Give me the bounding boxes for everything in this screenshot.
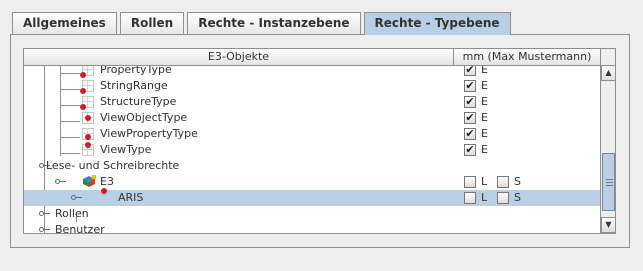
tree-row[interactable]: ARIS L S xyxy=(24,188,600,206)
permission-checkbox-e[interactable]: ✔ xyxy=(464,80,476,92)
row-label: StructureType xyxy=(100,95,177,108)
row-label: StringRange xyxy=(100,79,168,92)
tab-rollen[interactable]: Rollen xyxy=(119,12,185,34)
row-label: Rollen xyxy=(55,207,89,220)
tree-row[interactable]: ViewPropertyType ✔ E xyxy=(24,126,600,142)
scroll-down-button[interactable]: ▼ xyxy=(601,217,615,233)
tree-row[interactable]: StructureType ✔ E xyxy=(24,94,600,110)
permission-label: L xyxy=(481,175,488,188)
red-dot-icon xyxy=(101,188,107,194)
tab-rechte-typebene[interactable]: Rechte - Typebene xyxy=(363,12,511,35)
permission-label: E xyxy=(481,79,488,92)
permission-label: S xyxy=(514,175,521,188)
column-header-user[interactable]: mm (Max Mustermann) xyxy=(454,49,600,66)
permission-label: E xyxy=(481,95,488,108)
red-dot-icon xyxy=(85,142,91,148)
row-label: ViewType xyxy=(100,143,152,156)
permission-checkbox-s[interactable] xyxy=(497,192,509,204)
window: Allgemeines Rollen Rechte - Instanzebene… xyxy=(0,0,643,271)
red-dot-icon xyxy=(85,134,91,140)
key-handle-icon[interactable] xyxy=(39,211,50,217)
vertical-scrollbar[interactable]: ▲ ▼ xyxy=(600,49,615,233)
tab-bar: Allgemeines Rollen Rechte - Instanzebene… xyxy=(12,12,514,35)
permission-label: E xyxy=(481,66,488,76)
tree-row[interactable]: Lese- und Schreibrechte xyxy=(24,158,600,174)
tree-row[interactable]: ViewObjectType ✔ E xyxy=(24,110,600,126)
row-label: PropertyType xyxy=(100,66,172,76)
table-header: E3-Objekte mm (Max Mustermann) xyxy=(24,49,600,66)
permission-checkbox-e[interactable]: ✔ xyxy=(464,144,476,156)
row-label: ViewObjectType xyxy=(100,111,188,124)
permission-checkbox-e[interactable]: ✔ xyxy=(464,112,476,124)
key-handle-icon[interactable] xyxy=(71,195,82,201)
permission-label: L xyxy=(481,191,488,204)
tree-row[interactable]: Benutzer xyxy=(24,222,600,234)
row-label: ViewPropertyType xyxy=(100,127,198,140)
permission-label: E xyxy=(481,127,488,140)
scroll-up-button[interactable]: ▲ xyxy=(601,65,615,81)
tab-allgemeines[interactable]: Allgemeines xyxy=(12,12,117,34)
row-label: Benutzer xyxy=(55,223,105,234)
row-label: ARIS xyxy=(118,191,144,204)
tree-row[interactable]: Rollen xyxy=(24,206,600,222)
key-handle-icon[interactable] xyxy=(55,179,66,185)
tree-row[interactable]: E3 L S xyxy=(24,174,600,190)
permission-checkbox-e[interactable]: ✔ xyxy=(464,128,476,140)
permissions-tree-table: E3-Objekte mm (Max Mustermann) PropertyT… xyxy=(23,48,616,234)
permission-checkbox-l[interactable] xyxy=(464,192,476,204)
permission-checkbox-e[interactable]: ✔ xyxy=(464,96,476,108)
permission-checkbox-s[interactable] xyxy=(497,176,509,188)
table-body: PropertyType ✔ E StringRange ✔ E Structu… xyxy=(24,66,600,234)
tree-row[interactable]: PropertyType ✔ E xyxy=(24,66,600,78)
key-handle-icon[interactable] xyxy=(39,227,50,233)
row-label: Lese- und Schreibrechte xyxy=(46,159,180,172)
tab-panel: E3-Objekte mm (Max Mustermann) PropertyT… xyxy=(10,34,630,248)
permission-label: E xyxy=(481,111,488,124)
column-header-e3-objekte[interactable]: E3-Objekte xyxy=(24,49,454,66)
tree-row[interactable]: ViewType ✔ E xyxy=(24,142,600,158)
red-dot-icon xyxy=(85,115,91,121)
permission-checkbox-e[interactable]: ✔ xyxy=(464,66,476,76)
scroll-thumb[interactable] xyxy=(602,153,615,211)
tab-rechte-instanzebene[interactable]: Rechte - Instanzebene xyxy=(187,12,361,34)
permission-label: E xyxy=(481,143,488,156)
tree-row[interactable]: StringRange ✔ E xyxy=(24,78,600,94)
permission-label: S xyxy=(514,191,521,204)
e3-cube-icon xyxy=(83,175,96,187)
permission-checkbox-l[interactable] xyxy=(464,176,476,188)
